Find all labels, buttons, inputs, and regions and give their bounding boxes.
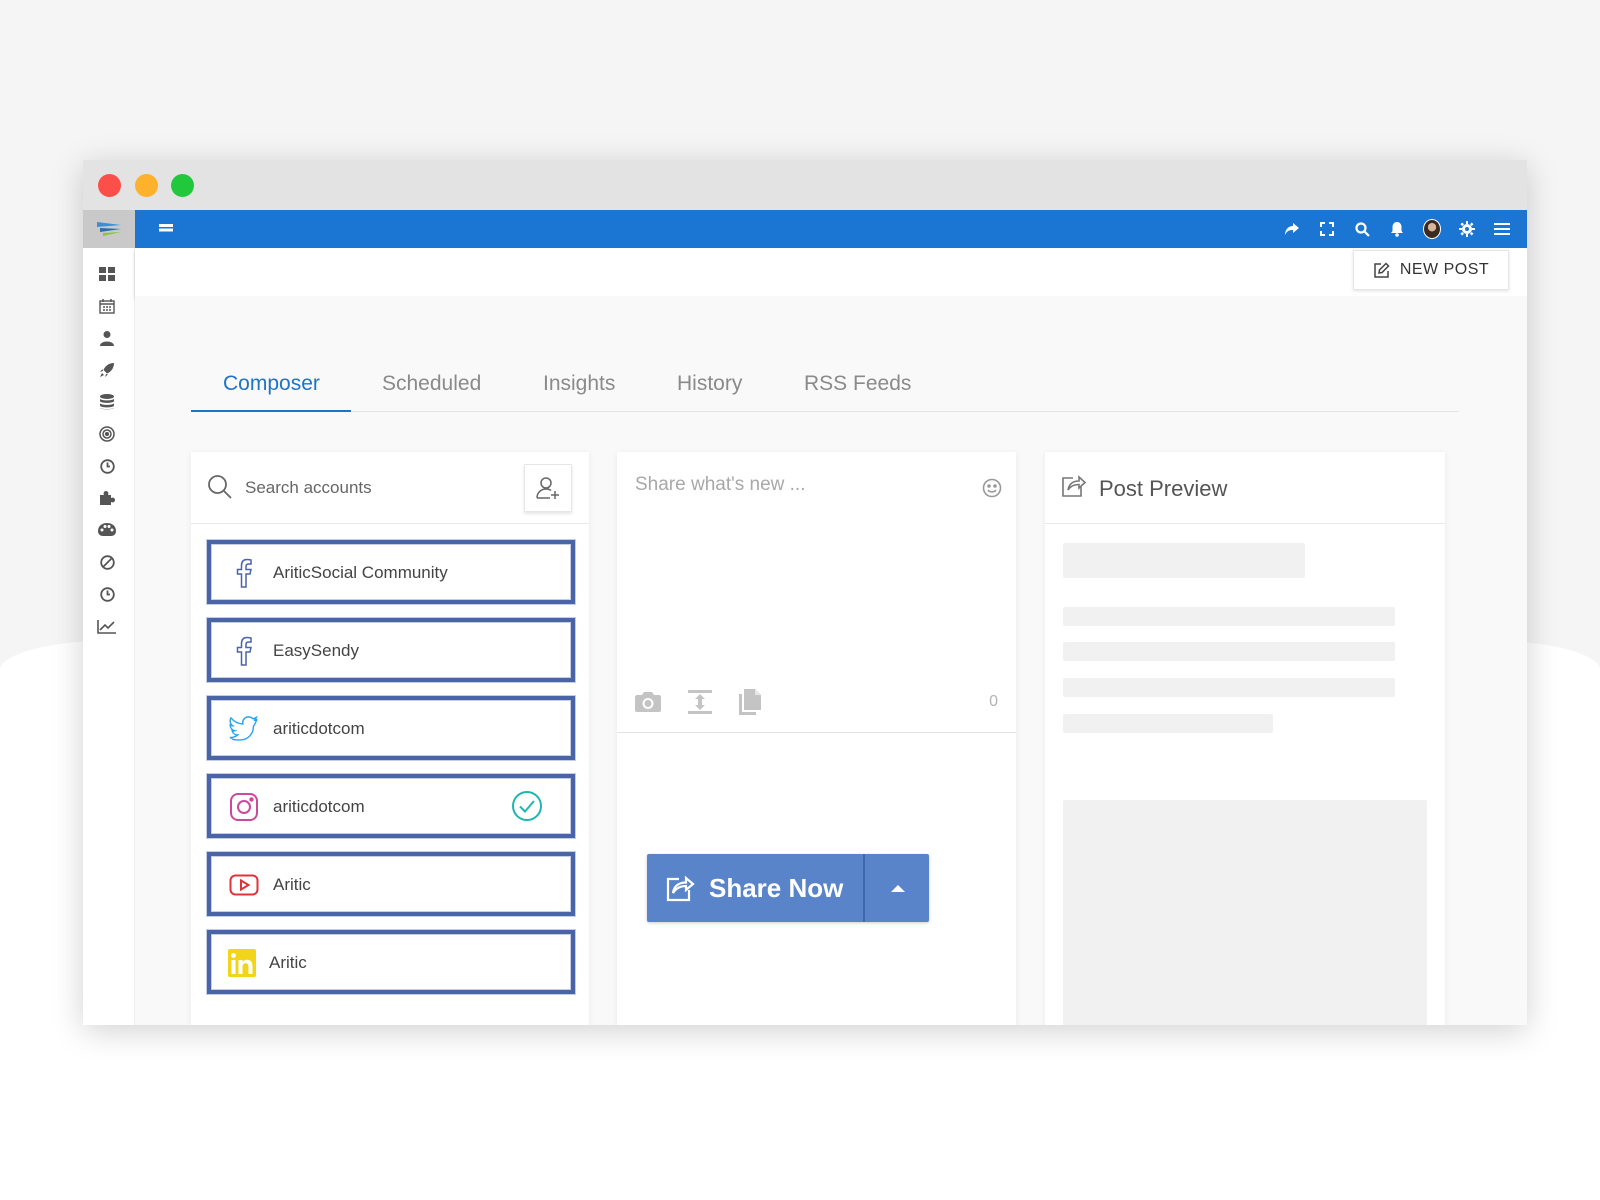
rocket-icon[interactable]: [97, 360, 117, 380]
menu-icon[interactable]: [1493, 220, 1511, 238]
add-user-icon: [536, 477, 559, 499]
text-format-icon[interactable]: [685, 687, 715, 717]
tab-bar: Composer Scheduled Insights History RSS …: [191, 356, 1459, 412]
gear-icon[interactable]: [1458, 220, 1476, 238]
minimize-window-button[interactable]: [135, 174, 158, 197]
share-icon[interactable]: [1283, 220, 1301, 238]
share-now-button[interactable]: Share Now: [647, 854, 929, 922]
fullscreen-icon[interactable]: [1318, 220, 1336, 238]
account-item[interactable]: Aritic: [207, 930, 575, 994]
tab-history[interactable]: History: [677, 356, 742, 412]
search-icon: [207, 474, 233, 505]
tab-scheduled[interactable]: Scheduled: [382, 356, 481, 412]
youtube-icon: [229, 870, 259, 900]
search-icon[interactable]: [1353, 220, 1371, 238]
account-search-bar: [191, 452, 589, 524]
instagram-icon: [229, 792, 259, 822]
preview-placeholder: [1063, 543, 1305, 578]
new-post-button[interactable]: NEW POST: [1353, 250, 1509, 290]
account-name: ariticdotcom: [273, 719, 365, 738]
top-navbar: [135, 210, 1527, 248]
copy-icon[interactable]: [735, 687, 765, 717]
accounts-panel: AriticSocial Community EasySendy ariticd…: [191, 452, 589, 1025]
emoji-icon[interactable]: [982, 478, 1002, 503]
account-name: EasySendy: [273, 641, 359, 660]
bell-icon[interactable]: [1388, 220, 1406, 238]
app-window: NEW POST Composer Scheduled Insights His…: [83, 160, 1527, 1025]
ban-icon[interactable]: [97, 552, 117, 572]
facebook-icon: [229, 558, 259, 588]
account-item[interactable]: Aritic: [207, 852, 575, 916]
account-item[interactable]: EasySendy: [207, 618, 575, 682]
facebook-icon: [229, 636, 259, 666]
preview-placeholder: [1063, 714, 1273, 733]
left-sidebar: [83, 248, 135, 1025]
preview-title: Post Preview: [1099, 476, 1228, 501]
share-now-label: Share Now: [709, 872, 844, 903]
linkedin-icon: [227, 948, 257, 978]
search-accounts-input[interactable]: [245, 472, 495, 504]
database-icon[interactable]: [97, 392, 117, 412]
page-header: NEW POST: [135, 248, 1527, 296]
calendar-icon[interactable]: [97, 296, 117, 316]
composer-panel: Share what's new ... 0 Share Now: [617, 452, 1016, 1025]
preview-image-placeholder: [1063, 800, 1427, 1025]
account-name: Aritic: [269, 953, 307, 972]
caret-up-icon: [891, 884, 905, 892]
main-content: Composer Scheduled Insights History RSS …: [135, 296, 1527, 1025]
compose-textarea[interactable]: Share what's new ...: [635, 474, 806, 496]
account-name: ariticdotcom: [273, 797, 365, 816]
target-icon[interactable]: [97, 424, 117, 444]
chart-icon[interactable]: [97, 616, 117, 636]
dashboard-icon[interactable]: [97, 264, 117, 284]
clock-icon[interactable]: [97, 456, 117, 476]
sidebar-toggle-icon[interactable]: [159, 223, 173, 235]
camera-icon[interactable]: [633, 687, 663, 717]
tab-insights[interactable]: Insights: [543, 356, 615, 412]
tab-rss-feeds[interactable]: RSS Feeds: [804, 356, 911, 412]
user-icon[interactable]: [97, 328, 117, 348]
new-post-label: NEW POST: [1399, 261, 1490, 278]
preview-header: Post Preview: [1045, 452, 1445, 524]
account-name: AriticSocial Community: [273, 563, 448, 582]
preview-placeholder: [1063, 642, 1395, 661]
twitter-icon: [229, 714, 259, 744]
preview-placeholder: [1063, 678, 1395, 697]
avatar[interactable]: [1423, 219, 1441, 239]
character-count: 0: [989, 693, 998, 710]
edit-icon: [1374, 261, 1390, 278]
selected-check-icon: [511, 790, 543, 827]
close-window-button[interactable]: [98, 174, 121, 197]
maximize-window-button[interactable]: [171, 174, 194, 197]
history-icon[interactable]: [97, 584, 117, 604]
preview-placeholder: [1063, 607, 1395, 626]
palette-icon[interactable]: [97, 520, 117, 540]
share-post-icon: [1061, 474, 1087, 503]
puzzle-icon[interactable]: [97, 488, 117, 508]
logo-icon: [97, 222, 121, 236]
tab-composer[interactable]: Composer: [191, 356, 351, 412]
app-logo[interactable]: [83, 210, 135, 248]
account-item[interactable]: ariticdotcom: [207, 696, 575, 760]
window-titlebar: [83, 160, 1527, 210]
post-preview-panel: Post Preview: [1045, 452, 1445, 1025]
account-name: Aritic: [273, 875, 311, 894]
share-post-icon: [666, 875, 695, 902]
share-options-dropdown[interactable]: [867, 854, 929, 922]
account-item[interactable]: AriticSocial Community: [207, 540, 575, 604]
add-account-button[interactable]: [524, 464, 572, 512]
account-item[interactable]: ariticdotcom: [207, 774, 575, 838]
compose-toolbar: 0: [617, 687, 1016, 733]
